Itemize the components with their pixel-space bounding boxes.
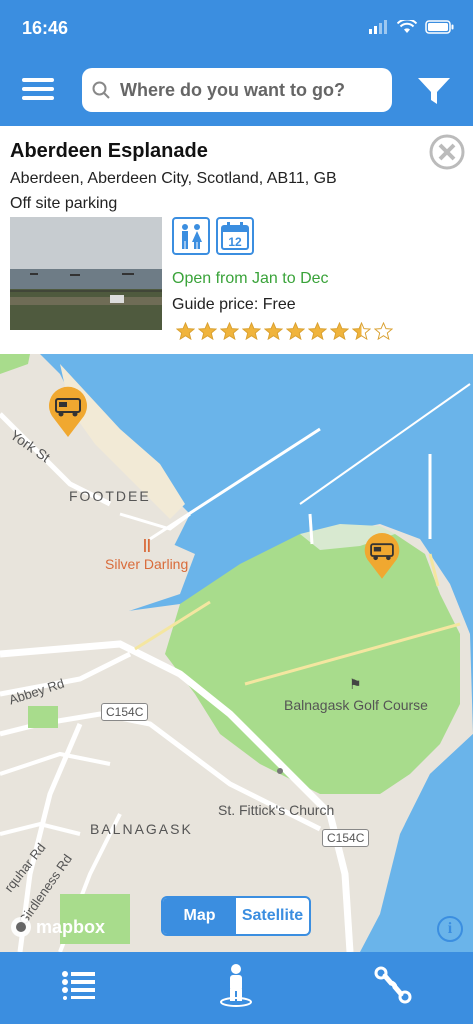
- place-card[interactable]: Aberdeen Esplanade Aberdeen, Aberdeen Ci…: [0, 126, 473, 355]
- calendar-day: 12: [228, 235, 242, 249]
- map-view-toggle[interactable]: Map Satellite: [161, 896, 311, 936]
- search-input[interactable]: [118, 78, 382, 102]
- restaurant-icon: ||: [143, 536, 151, 552]
- toilets-icon: [172, 217, 210, 255]
- wifi-icon: [397, 20, 417, 33]
- list-icon: [62, 971, 95, 1000]
- tab-nearby[interactable]: [211, 962, 261, 1008]
- calendar-icon: 12: [216, 217, 254, 255]
- star-icon: [286, 322, 305, 341]
- signal-icon: [369, 20, 387, 34]
- menu-button[interactable]: [22, 78, 54, 102]
- mapbox-attribution[interactable]: mapbox: [10, 916, 105, 938]
- place-photo[interactable]: [10, 217, 162, 330]
- status-time: 16:46: [22, 18, 69, 38]
- tab-list[interactable]: [54, 962, 104, 1008]
- search-icon: [92, 81, 110, 99]
- road-badge-c154c: C154C: [101, 703, 149, 721]
- map-label-silver-darling: Silver Darling: [105, 556, 189, 572]
- map-view-button[interactable]: Map: [163, 898, 236, 934]
- tab-bar: [0, 952, 473, 1024]
- mapbox-logo-icon: [11, 917, 31, 937]
- golf-icon: ⚑: [349, 676, 362, 692]
- tab-route[interactable]: [368, 962, 418, 1008]
- battery-icon: [425, 20, 454, 34]
- info-icon[interactable]: i: [437, 916, 463, 942]
- mapbox-label: mapbox: [36, 916, 106, 937]
- person-icon: [220, 964, 252, 1007]
- header: [0, 56, 473, 126]
- map-label-footdee: FOOTDEE: [69, 488, 151, 504]
- star-icon: [330, 322, 349, 341]
- map-label-st-fitticks-church: St. Fittick's Church: [218, 802, 335, 818]
- route-icon: [374, 966, 412, 1004]
- road-badge-c154c: C154C: [322, 829, 370, 847]
- place-address: Aberdeen, Aberdeen City, Scotland, AB11,…: [10, 170, 337, 187]
- search-bar[interactable]: [82, 68, 392, 112]
- star-icon: [198, 322, 217, 341]
- church-dot: [277, 768, 283, 774]
- open-period: Open from Jan to Dec: [172, 270, 329, 287]
- star-icon: [220, 322, 239, 341]
- star-icon: [242, 322, 261, 341]
- star-icon: [176, 322, 195, 341]
- rating-stars: [176, 322, 393, 341]
- filter-icon[interactable]: [417, 76, 451, 106]
- map-label-golf-course: Balnagask Golf Course: [284, 697, 428, 713]
- star-icon: [308, 322, 327, 341]
- campervan-marker[interactable]: [362, 532, 402, 580]
- place-parking-type: Off site parking: [10, 195, 118, 212]
- status-bar: 16:46: [0, 0, 473, 56]
- map-label-balnagask: BALNAGASK: [90, 821, 193, 837]
- star-icon: [374, 322, 393, 341]
- map-view[interactable]: York St FOOTDEE || Silver Darling Abbey …: [0, 354, 473, 952]
- status-icons: [369, 20, 455, 34]
- star-icon: [352, 322, 371, 341]
- guide-price: Guide price: Free: [172, 296, 296, 313]
- place-title: Aberdeen Esplanade: [10, 140, 208, 162]
- close-icon[interactable]: [429, 134, 465, 170]
- campervan-marker[interactable]: [46, 386, 90, 438]
- satellite-view-button[interactable]: Satellite: [236, 898, 309, 934]
- star-icon: [264, 322, 283, 341]
